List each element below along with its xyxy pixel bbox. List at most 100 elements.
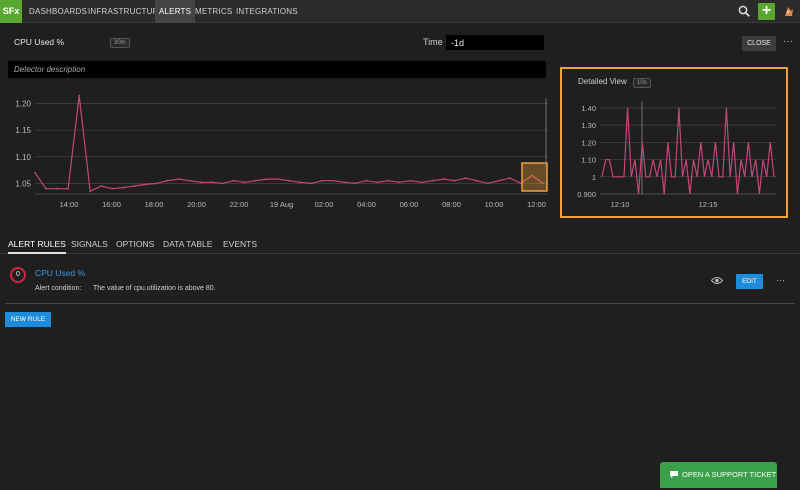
search-icon[interactable] bbox=[738, 5, 750, 17]
detail-chart-x-ticks: 12:10 12:15 bbox=[611, 200, 718, 209]
nav-metrics[interactable]: METRICS bbox=[195, 0, 232, 23]
main-data-point bbox=[354, 182, 357, 185]
main-y-tick-label: 1.20 bbox=[15, 100, 31, 109]
rule-condition-text: The value of cpu.utilization is above 80… bbox=[93, 285, 216, 292]
main-data-point bbox=[111, 187, 114, 190]
main-data-point bbox=[67, 187, 70, 190]
main-data-point bbox=[89, 190, 92, 193]
tab-options[interactable]: OPTIONS bbox=[116, 239, 154, 249]
main-data-point bbox=[56, 187, 58, 190]
main-x-tick-label: 08:00 bbox=[442, 200, 461, 209]
edit-rule-button[interactable]: EDIT bbox=[736, 274, 763, 289]
rule-condition-label: Alert condition: bbox=[35, 285, 82, 292]
main-x-tick-label: 02:00 bbox=[315, 200, 334, 209]
main-data-point bbox=[243, 181, 246, 184]
rule-name-link[interactable]: CPU Used % bbox=[35, 268, 85, 278]
main-y-tick-label: 1.10 bbox=[15, 153, 31, 162]
main-data-point bbox=[486, 182, 489, 185]
tab-data-table[interactable]: DATA TABLE bbox=[163, 239, 212, 249]
main-data-point bbox=[254, 179, 257, 182]
detail-x-tick-label: 12:15 bbox=[699, 200, 718, 209]
detector-description-input[interactable] bbox=[8, 61, 546, 78]
tab-signals[interactable]: SIGNALS bbox=[71, 239, 108, 249]
main-data-point bbox=[420, 181, 423, 184]
detail-y-tick-label: 1.30 bbox=[581, 121, 596, 130]
detail-y-tick-label: 1.40 bbox=[581, 104, 596, 113]
new-rule-button[interactable]: NEW RULE bbox=[5, 312, 51, 327]
main-data-point bbox=[221, 182, 224, 185]
detail-chart-y-ticks: 0.900 1 1.10 1.20 1.30 1.40 bbox=[577, 104, 596, 199]
main-data-point bbox=[34, 171, 36, 174]
detail-y-tick-label: 1.10 bbox=[581, 156, 596, 165]
main-data-point bbox=[199, 181, 202, 184]
main-data-point bbox=[321, 179, 324, 182]
main-data-point bbox=[45, 187, 47, 190]
detail-x-tick-label: 12:10 bbox=[611, 200, 630, 209]
main-data-point bbox=[365, 179, 368, 182]
main-chart-y-ticks: 1.05 1.10 1.15 1.20 bbox=[15, 100, 31, 189]
main-data-point bbox=[310, 182, 312, 185]
detail-y-tick-label: 1 bbox=[592, 173, 596, 182]
main-chart[interactable]: 1.05 1.10 1.15 1.20 14:00 16:00 18:00 20:00 22:… bbox=[0, 88, 556, 216]
main-chart-x-ticks: 14:00 16:00 18:00 20:00 22:00 19 Aug 02:00 04:0… bbox=[60, 200, 546, 209]
rule-more-icon[interactable]: ··· bbox=[776, 275, 785, 285]
main-data-point bbox=[376, 181, 379, 184]
main-data-point bbox=[144, 183, 147, 186]
more-options-icon[interactable]: ··· bbox=[783, 36, 793, 47]
main-data-point bbox=[398, 181, 401, 184]
main-chart-points bbox=[34, 94, 544, 193]
main-data-point bbox=[133, 185, 136, 187]
main-data-point bbox=[166, 179, 169, 182]
main-data-point bbox=[155, 182, 158, 185]
main-x-tick-label: 22:00 bbox=[230, 200, 249, 209]
main-x-tick-label: 16:00 bbox=[102, 200, 121, 209]
main-data-point bbox=[475, 179, 478, 182]
detailed-view-panel: Detailed View 10s 0.900 1 1.10 1.20 1.30 1.40… bbox=[560, 67, 788, 218]
nav-integrations[interactable]: INTEGRATIONS bbox=[236, 0, 298, 23]
main-x-tick-label: 12:00 bbox=[527, 200, 546, 209]
main-data-point bbox=[188, 179, 191, 182]
main-data-point bbox=[497, 179, 500, 182]
nav-dashboards[interactable]: DASHBOARDS bbox=[29, 0, 87, 23]
main-data-point bbox=[343, 181, 346, 184]
main-data-point bbox=[387, 179, 390, 182]
main-y-tick-label: 1.05 bbox=[15, 179, 31, 188]
main-data-point bbox=[299, 181, 301, 184]
resolution-badge: 30m bbox=[110, 38, 130, 48]
rule-alert-count: 0 bbox=[10, 267, 26, 283]
user-icon[interactable] bbox=[782, 5, 794, 18]
main-data-point bbox=[332, 179, 335, 182]
main-x-tick-label: 04:00 bbox=[357, 200, 376, 209]
main-y-tick-label: 1.15 bbox=[15, 126, 31, 135]
detailed-view-title: Detailed View 10s bbox=[578, 77, 651, 88]
close-button[interactable]: CLOSE bbox=[742, 36, 776, 51]
nav-infrastructure[interactable]: INFRASTRUCTURE bbox=[88, 0, 164, 23]
main-data-point bbox=[266, 178, 268, 181]
eye-icon[interactable] bbox=[711, 276, 723, 285]
main-data-point bbox=[508, 177, 511, 179]
main-data-point bbox=[431, 179, 434, 182]
tab-events[interactable]: EVENTS bbox=[223, 239, 257, 249]
main-data-point bbox=[210, 181, 213, 184]
add-button[interactable]: + bbox=[758, 3, 775, 20]
tab-alert-rules[interactable]: ALERT RULES bbox=[8, 239, 66, 254]
main-x-tick-label: 20:00 bbox=[187, 200, 206, 209]
main-data-point bbox=[122, 186, 125, 189]
detail-chart[interactable]: 0.900 1 1.10 1.20 1.30 1.40 12:10 12:15 bbox=[562, 87, 786, 215]
time-label: Time bbox=[423, 37, 443, 47]
main-x-tick-label: 06:00 bbox=[400, 200, 419, 209]
detector-tabs: ALERT RULES SIGNALS OPTIONS DATA TABLE E… bbox=[0, 237, 800, 254]
main-chart-series-line bbox=[34, 95, 544, 193]
sfx-logo[interactable]: SFx bbox=[0, 0, 22, 23]
nav-alerts[interactable]: ALERTS bbox=[155, 0, 196, 23]
detail-y-tick-label: 1.20 bbox=[581, 138, 596, 147]
time-range-input[interactable] bbox=[446, 35, 544, 50]
detector-title: CPU Used % bbox=[14, 37, 65, 47]
detail-y-tick-label: 0.900 bbox=[577, 190, 596, 199]
main-data-point bbox=[232, 179, 235, 182]
main-data-point bbox=[100, 185, 103, 187]
divider bbox=[5, 303, 795, 304]
main-x-tick-label: 18:00 bbox=[145, 200, 164, 209]
main-x-tick-label: 14:00 bbox=[60, 200, 79, 209]
main-x-tick-label: 19 Aug bbox=[270, 200, 293, 209]
